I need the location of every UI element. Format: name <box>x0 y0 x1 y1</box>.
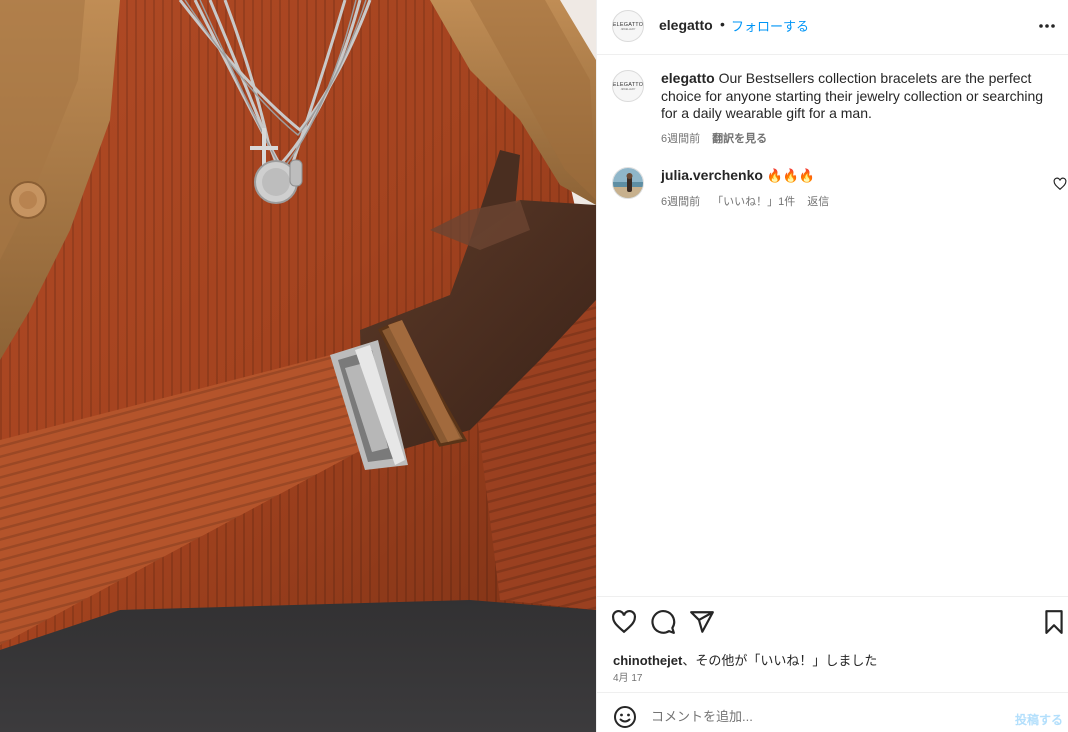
caption-username[interactable]: elegatto <box>661 70 715 86</box>
reply-button[interactable]: 返信 <box>807 193 829 209</box>
comment-time: 6週間前 <box>661 196 701 208</box>
likes-summary: chinothejet、その他が「いいね！」しました <box>613 650 877 669</box>
account-username[interactable]: elegatto <box>659 17 713 33</box>
comment-username[interactable]: julia.verchenko <box>661 167 763 183</box>
more-horizontal-icon[interactable] <box>1035 14 1059 38</box>
post-comment-button[interactable]: 投稿する <box>1015 711 1063 728</box>
account-avatar[interactable]: ELEGATTO JEWELLERY <box>612 10 644 42</box>
avatar-logo-subtext: JEWELLERY <box>620 87 636 91</box>
follow-button[interactable]: フォローする <box>731 16 809 35</box>
bookmark-icon[interactable] <box>1041 609 1067 635</box>
likes-user[interactable]: chinothejet <box>613 653 682 668</box>
post-image <box>0 0 596 732</box>
post-actions: chinothejet、その他が「いいね！」しました 4月 17 <box>597 596 1068 692</box>
comment-input[interactable] <box>651 703 991 729</box>
comment-bubble-icon[interactable] <box>650 609 676 635</box>
caption-text: elegatto Our Bestsellers collection brac… <box>661 70 1061 123</box>
comment-item: julia.verchenko 🔥🔥🔥 6週間前 「いいね！」1件 返信 <box>597 167 1068 209</box>
avatar-logo-subtext: JEWELLERY <box>620 27 636 31</box>
header-separator: • <box>720 16 725 32</box>
post-date[interactable]: 4月 17 <box>613 669 642 684</box>
likes-suffix: 、その他が「いいね！」しました <box>682 653 878 668</box>
comment-like-heart-icon[interactable] <box>1053 177 1067 191</box>
post-viewer: ELEGATTO JEWELLERY elegatto • フォローする ELE… <box>0 0 1068 732</box>
caption-avatar[interactable]: ELEGATTO JEWELLERY <box>612 70 644 102</box>
caption-time: 6週間前 <box>661 133 701 145</box>
comment-text: julia.verchenko 🔥🔥🔥 <box>661 167 1061 185</box>
post-photo[interactable] <box>0 0 596 732</box>
comment-likes-count[interactable]: 「いいね！」1件 <box>712 193 795 209</box>
commenter-avatar[interactable] <box>612 167 644 199</box>
comment-meta: 6週間前 「いいね！」1件 返信 <box>661 193 829 209</box>
caption-body: Our Bestsellers collection bracelets are… <box>661 70 1044 121</box>
post-side-panel: ELEGATTO JEWELLERY elegatto • フォローする ELE… <box>596 0 1068 732</box>
smiley-icon[interactable] <box>613 705 637 729</box>
heart-icon[interactable] <box>611 609 637 635</box>
translate-link[interactable]: 翻訳を見る <box>712 130 767 146</box>
caption-meta: 6週間前 翻訳を見る <box>661 130 767 146</box>
comment-composer: 投稿する <box>597 692 1068 732</box>
post-header: ELEGATTO JEWELLERY elegatto • フォローする <box>597 0 1068 55</box>
comments-list[interactable]: ELEGATTO JEWELLERY elegatto Our Bestsell… <box>597 56 1068 596</box>
comment-body: 🔥🔥🔥 <box>762 168 816 183</box>
post-caption: ELEGATTO JEWELLERY elegatto Our Bestsell… <box>597 70 1068 150</box>
paper-plane-icon[interactable] <box>689 609 715 635</box>
